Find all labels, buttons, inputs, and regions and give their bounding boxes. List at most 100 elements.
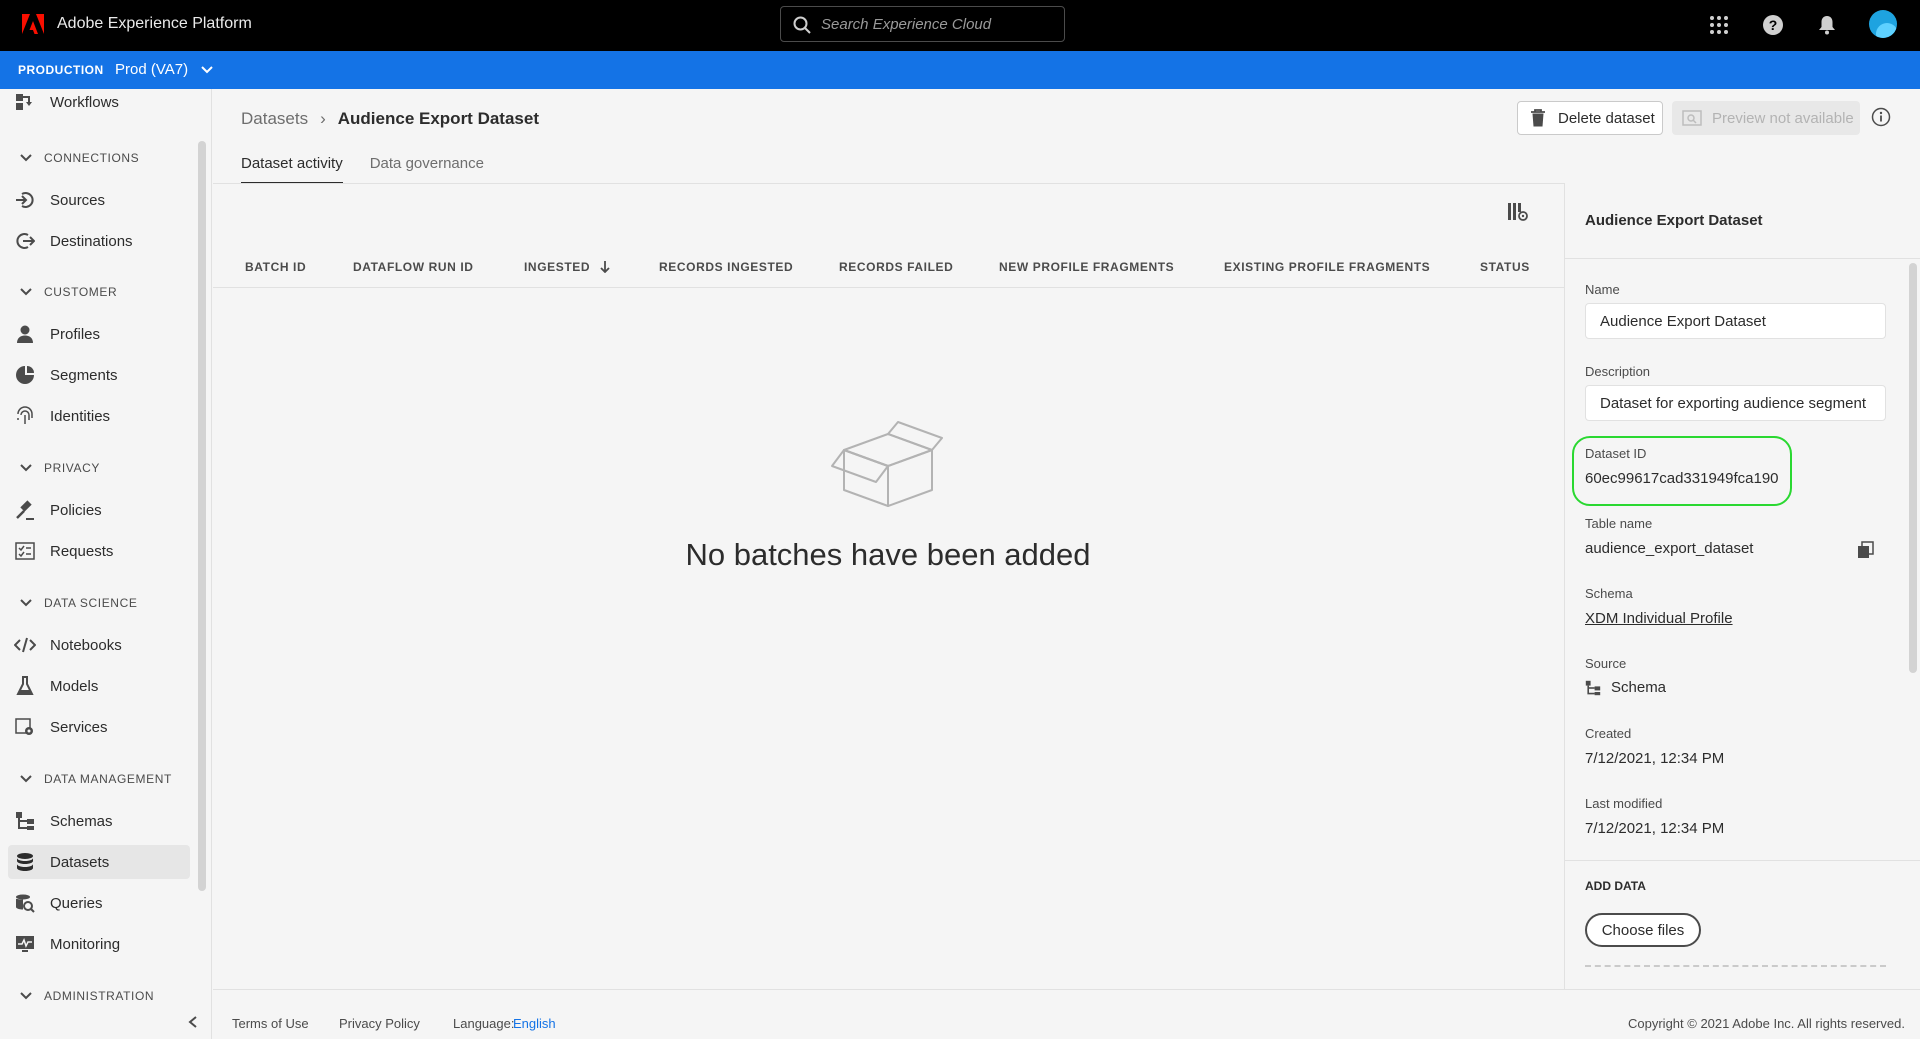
nav-scrollbar[interactable] bbox=[198, 141, 206, 891]
language-selector[interactable]: English bbox=[513, 1016, 556, 1031]
nav-item-segments[interactable]: Segments bbox=[8, 358, 190, 392]
nav-item-notebooks[interactable]: Notebooks bbox=[8, 628, 190, 662]
chevron-down-icon bbox=[20, 154, 32, 162]
column-header-ingested-label: INGESTED bbox=[524, 260, 591, 274]
column-header-batch-id[interactable]: BATCH ID bbox=[245, 260, 306, 274]
collapse-nav-chevron-left-icon[interactable] bbox=[186, 1015, 200, 1029]
nav-section-administration[interactable]: ADMINISTRATION bbox=[20, 989, 154, 1003]
nav-item-models[interactable]: Models bbox=[8, 669, 190, 703]
column-settings-icon[interactable] bbox=[1507, 202, 1529, 222]
created-value: 7/12/2021, 12:34 PM bbox=[1585, 750, 1725, 767]
breadcrumb: Datasets › Audience Export Dataset bbox=[241, 109, 539, 129]
help-icon[interactable]: ? bbox=[1760, 12, 1786, 38]
search-icon bbox=[793, 16, 811, 34]
nav-item-identities[interactable]: Identities bbox=[8, 399, 190, 433]
details-scrollbar[interactable] bbox=[1909, 263, 1917, 673]
column-header-dataflow-run-id[interactable]: DATAFLOW RUN ID bbox=[353, 260, 474, 274]
app-title[interactable]: Adobe Experience Platform bbox=[57, 15, 252, 33]
preview-button[interactable]: Preview not available bbox=[1672, 101, 1860, 135]
copy-icon[interactable] bbox=[1857, 541, 1875, 559]
details-divider bbox=[1565, 258, 1920, 259]
left-navigation: Workflows CONNECTIONS Sources Destinatio… bbox=[0, 89, 212, 1039]
nav-section-data-management[interactable]: DATA MANAGEMENT bbox=[20, 772, 172, 786]
nav-item-destinations[interactable]: Destinations bbox=[8, 224, 190, 258]
nav-label: Profiles bbox=[50, 325, 101, 343]
preview-icon bbox=[1682, 110, 1702, 126]
name-label: Name bbox=[1585, 282, 1620, 297]
schema-icon bbox=[14, 810, 36, 832]
nav-item-profiles[interactable]: Profiles bbox=[8, 317, 190, 351]
search-input[interactable]: Search Experience Cloud bbox=[780, 6, 1065, 42]
nav-item-sources[interactable]: Sources bbox=[8, 183, 190, 217]
gavel-icon bbox=[14, 499, 36, 521]
name-field[interactable]: Audience Export Dataset bbox=[1585, 303, 1886, 339]
source-value: Schema bbox=[1585, 679, 1666, 696]
table-name-label: Table name bbox=[1585, 516, 1653, 531]
nav-section-customer[interactable]: CUSTOMER bbox=[20, 285, 117, 299]
notifications-bell-icon[interactable] bbox=[1814, 12, 1840, 38]
svg-text:?: ? bbox=[1769, 17, 1778, 33]
info-icon[interactable] bbox=[1871, 107, 1891, 127]
code-icon bbox=[14, 634, 36, 656]
nav-section-privacy[interactable]: PRIVACY bbox=[20, 461, 100, 475]
nav-section-label: CUSTOMER bbox=[44, 285, 118, 299]
add-data-divider bbox=[1565, 860, 1920, 861]
description-label: Description bbox=[1585, 364, 1651, 379]
sandbox-chevron-down-icon[interactable] bbox=[200, 63, 214, 77]
column-header-records-failed[interactable]: RECORDS FAILED bbox=[839, 260, 953, 274]
column-header-existing-profile-fragments[interactable]: EXISTING PROFILE FRAGMENTS bbox=[1224, 260, 1430, 274]
nav-item-services[interactable]: Services bbox=[8, 710, 190, 744]
nav-section-connections[interactable]: CONNECTIONS bbox=[20, 151, 139, 165]
add-data-heading: ADD DATA bbox=[1585, 879, 1646, 893]
nav-section-data-science[interactable]: DATA SCIENCE bbox=[20, 596, 137, 610]
choose-files-button[interactable]: Choose files bbox=[1585, 913, 1701, 947]
sources-icon bbox=[14, 189, 36, 211]
schema-label: Schema bbox=[1585, 586, 1633, 601]
copyright-text: Copyright © 2021 Adobe Inc. All rights r… bbox=[1628, 1016, 1905, 1031]
nav-item-policies[interactable]: Policies bbox=[8, 493, 190, 527]
sandbox-environment: PRODUCTION bbox=[18, 63, 104, 77]
source-value-label: Schema bbox=[1611, 679, 1667, 696]
column-header-new-profile-fragments[interactable]: NEW PROFILE FRAGMENTS bbox=[999, 260, 1174, 274]
adobe-logo-icon[interactable] bbox=[22, 14, 44, 34]
column-header-records-ingested[interactable]: RECORDS INGESTED bbox=[659, 260, 793, 274]
column-header-ingested[interactable]: INGESTED bbox=[524, 260, 610, 274]
nav-label: Segments bbox=[50, 366, 118, 384]
segments-icon bbox=[14, 364, 36, 386]
nav-item-monitoring[interactable]: Monitoring bbox=[8, 927, 190, 961]
nav-section-label: ADMINISTRATION bbox=[44, 989, 155, 1003]
nav-label: Requests bbox=[50, 542, 114, 560]
nav-item-datasets[interactable]: Datasets bbox=[8, 845, 190, 879]
column-header-status[interactable]: STATUS bbox=[1480, 260, 1530, 274]
source-label: Source bbox=[1585, 656, 1627, 671]
shell-bar: Adobe Experience Platform Search Experie… bbox=[0, 0, 1920, 51]
nav-item-queries[interactable]: Queries bbox=[8, 886, 190, 920]
services-icon bbox=[14, 716, 36, 738]
fingerprint-icon bbox=[14, 405, 36, 427]
privacy-policy-link[interactable]: Privacy Policy bbox=[339, 1016, 420, 1031]
profile-icon bbox=[14, 323, 36, 345]
sort-descending-arrow-icon bbox=[600, 261, 610, 273]
search-placeholder: Search Experience Cloud bbox=[821, 15, 992, 33]
description-field[interactable]: Dataset for exporting audience segment bbox=[1585, 385, 1886, 421]
apps-grid-icon[interactable] bbox=[1706, 12, 1732, 38]
tab-data-governance[interactable]: Data governance bbox=[370, 155, 484, 184]
nav-item-workflows[interactable]: Workflows bbox=[8, 89, 190, 119]
checklist-icon bbox=[14, 540, 36, 562]
terms-of-use-link[interactable]: Terms of Use bbox=[232, 1016, 309, 1031]
trash-icon bbox=[1531, 109, 1545, 127]
sandbox-name[interactable]: Prod (VA7) bbox=[115, 61, 188, 78]
beaker-icon bbox=[14, 675, 36, 697]
breadcrumb-datasets-link[interactable]: Datasets bbox=[241, 109, 308, 129]
tabs-divider bbox=[213, 183, 1564, 184]
nav-section-label: CONNECTIONS bbox=[44, 151, 140, 165]
delete-dataset-button[interactable]: Delete dataset bbox=[1517, 101, 1663, 135]
user-avatar[interactable] bbox=[1869, 10, 1897, 38]
nav-item-requests[interactable]: Requests bbox=[8, 534, 190, 568]
language-label: Language: bbox=[453, 1016, 515, 1031]
tab-dataset-activity[interactable]: Dataset activity bbox=[241, 155, 343, 184]
nav-item-schemas[interactable]: Schemas bbox=[8, 804, 190, 838]
schema-link[interactable]: XDM Individual Profile bbox=[1585, 610, 1733, 627]
last-modified-label: Last modified bbox=[1585, 796, 1663, 811]
chevron-down-icon bbox=[20, 599, 32, 607]
